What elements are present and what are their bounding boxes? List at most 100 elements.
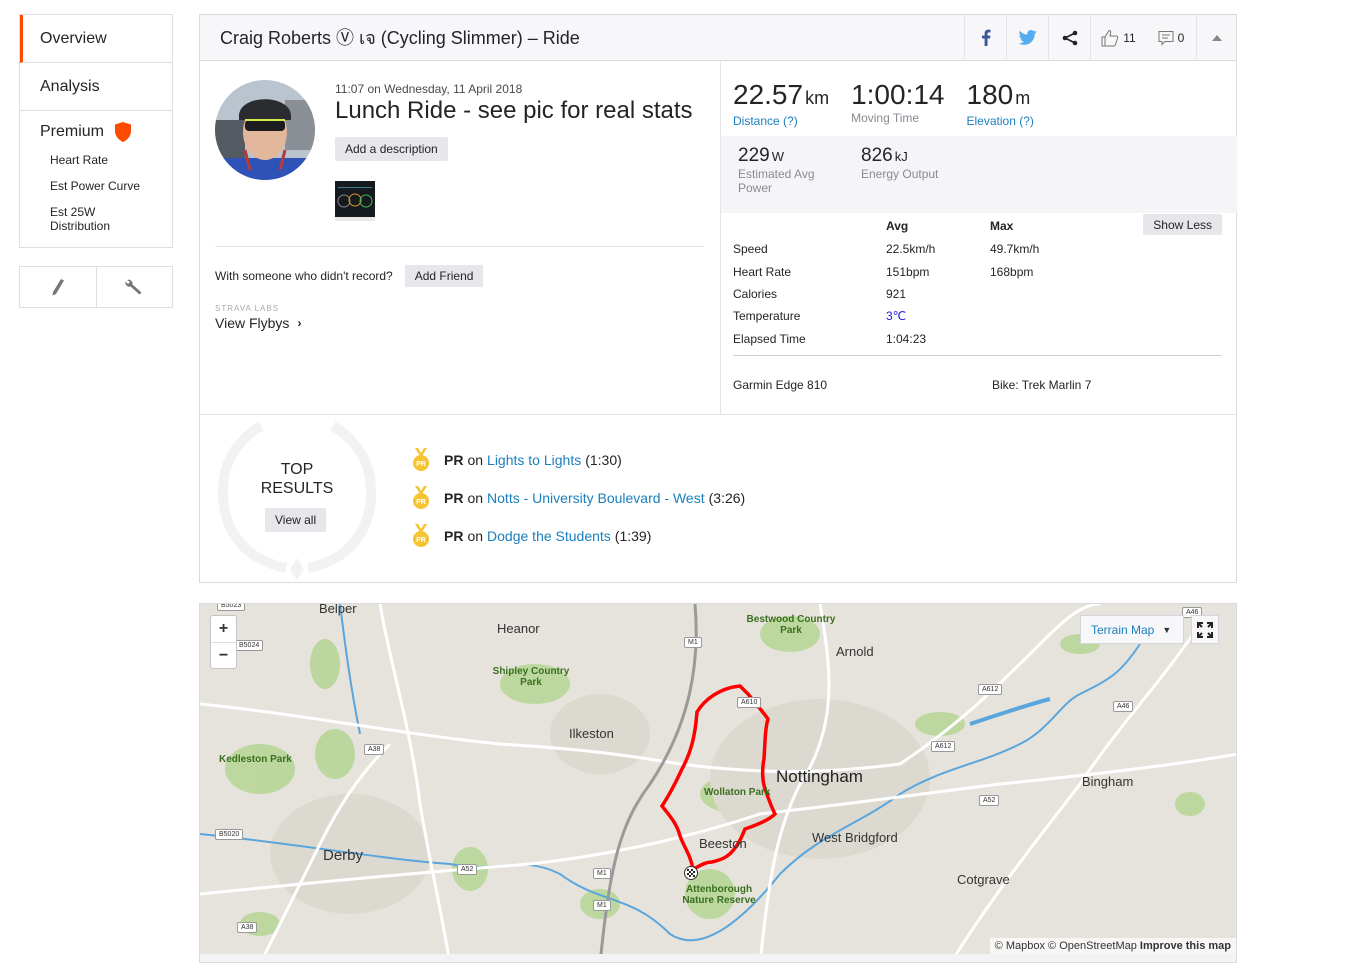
pr-on: on: [467, 528, 484, 544]
add-friend-row: With someone who didn't record? Add Frie…: [215, 265, 484, 287]
map-label-park: Kedleston Park: [219, 754, 292, 765]
facebook-icon: [981, 29, 990, 46]
osm-credit[interactable]: © OpenStreetMap: [1048, 940, 1137, 952]
share-button[interactable]: [1048, 14, 1090, 61]
row-label: Speed: [733, 242, 768, 257]
pr-label: PR: [444, 528, 464, 544]
map-attribution: © Mapbox © OpenStreetMap Improve this ma…: [989, 938, 1236, 954]
kudos-button[interactable]: 11: [1090, 14, 1146, 61]
thumbs-up-icon: [1101, 29, 1119, 46]
primary-stats: 22.57 km Distance (?) 1:00:14 Moving Time…: [733, 79, 1056, 128]
row-max: [990, 328, 1110, 350]
pr-medal-icon: PR: [413, 486, 429, 509]
actions-button[interactable]: [95, 267, 173, 307]
wrench-icon: [125, 279, 142, 295]
stat-energy: 826 kJ Energy Output: [861, 146, 984, 213]
map-label-park: Attenborough Nature Reserve: [682, 884, 756, 906]
map-label-park: Bestwood Country Park: [746, 614, 836, 636]
svg-text:PR: PR: [416, 499, 426, 506]
laurel-icon: [218, 421, 376, 580]
row-avg: 3℃: [886, 309, 907, 324]
row-max: [990, 283, 1110, 305]
sidebar-sub-power-curve[interactable]: Est Power Curve: [40, 179, 150, 193]
twitter-share-button[interactable]: [1006, 14, 1048, 61]
distance-label[interactable]: Distance (?): [733, 114, 829, 128]
caret-up-icon: [1211, 34, 1222, 41]
sidebar-item-label: Overview: [40, 29, 107, 47]
view-flybys-link[interactable]: View Flybys ›: [215, 315, 301, 331]
elevation-label[interactable]: Elevation (?): [967, 114, 1034, 128]
collapse-button[interactable]: [1196, 14, 1236, 61]
sidebar-item-overview[interactable]: Overview: [20, 15, 172, 63]
zoom-in-button[interactable]: +: [211, 616, 236, 642]
segment-link[interactable]: Lights to Lights: [487, 452, 581, 468]
row-label: Elapsed Time: [733, 331, 806, 346]
pr-list: PR PR on Lights to Lights (1:30) PR PR o…: [412, 441, 745, 555]
pr-label: PR: [444, 490, 464, 506]
activity-photo-thumbnail[interactable]: [335, 181, 375, 221]
route-map[interactable]: Belper Heanor Arnold Ilkeston Nottingham…: [199, 603, 1237, 963]
map-type-dropdown[interactable]: Terrain Map ▼: [1080, 615, 1184, 644]
map-label-park: Wollaton Park: [704, 787, 771, 798]
photo-image: [335, 181, 375, 221]
more-stats-table: Avg Max Speed 22.5km/h 49.7km/h Heart Ra…: [733, 214, 1222, 350]
energy-value: 826: [861, 145, 893, 166]
activity-card: Craig Roberts Ⓥ เจ (Cycling Slimmer) – R…: [199, 14, 1237, 583]
row-max: 168bpm: [990, 264, 1034, 279]
segment-link[interactable]: Dodge the Students: [487, 528, 611, 544]
row-max: [990, 305, 1110, 327]
friend-prompt: With someone who didn't record?: [215, 269, 393, 283]
caret-down-icon: ▼: [1162, 624, 1172, 635]
row-avg: 1:04:23: [886, 331, 927, 346]
sidebar-item-analysis[interactable]: Analysis: [20, 63, 172, 111]
chevron-right-icon: ›: [297, 316, 302, 330]
show-less-button[interactable]: Show Less: [1143, 214, 1222, 235]
road-shield: B5020: [215, 829, 244, 840]
activity-title[interactable]: Lunch Ride - see pic for real stats: [335, 97, 693, 125]
stat-moving-time: 1:00:14 Moving Time: [851, 79, 944, 128]
road-shield: M1: [684, 637, 702, 648]
facebook-share-button[interactable]: [964, 14, 1006, 61]
road-shield: M1: [593, 900, 611, 911]
row-label: Temperature: [733, 309, 801, 324]
list-item: PR PR on Lights to Lights (1:30): [412, 441, 745, 479]
avatar[interactable]: [215, 80, 315, 180]
road-shield: A52: [979, 795, 1000, 806]
power-label: Estimated Avg Power: [738, 167, 815, 195]
view-all-button[interactable]: View all: [265, 508, 327, 532]
map-resize-handle[interactable]: [200, 954, 1236, 962]
elevation-unit: m: [1015, 88, 1031, 108]
twitter-icon: [1018, 30, 1036, 45]
sidebar-sub-heart-rate[interactable]: Heart Rate: [40, 153, 150, 167]
power-value: 229: [738, 145, 770, 166]
activity-timestamp: 11:07 on Wednesday, 11 April 2018: [335, 82, 523, 96]
card-header: Craig Roberts Ⓥ เจ (Cycling Slimmer) – R…: [200, 14, 1236, 61]
sidebar-item-label: Analysis: [40, 77, 100, 95]
fullscreen-button[interactable]: [1191, 615, 1219, 644]
zoom-out-button[interactable]: −: [211, 642, 236, 668]
pencil-icon: [52, 279, 64, 296]
row-avg: 151bpm: [886, 264, 930, 279]
bike-name[interactable]: Bike: Trek Marlin 7: [992, 378, 1091, 392]
stat-distance: 22.57 km Distance (?): [733, 79, 829, 128]
map-label-town: Belper: [319, 603, 357, 616]
road-shield: A46: [1113, 701, 1134, 712]
table-row: Heart Rate 151bpm 168bpm: [733, 260, 1110, 282]
sidebar-tools: [19, 266, 173, 308]
segment-time: (1:39): [614, 528, 652, 544]
segment-link[interactable]: Notts - University Boulevard - West: [487, 490, 705, 506]
mapbox-credit[interactable]: © Mapbox: [995, 940, 1045, 952]
comments-button[interactable]: 0: [1146, 15, 1196, 61]
sidebar-item-premium[interactable]: Premium: [40, 121, 172, 143]
improve-map-link[interactable]: Improve this map: [1140, 940, 1231, 952]
energy-unit: kJ: [894, 149, 908, 164]
row-label: Calories: [733, 286, 778, 301]
edit-button[interactable]: [20, 267, 96, 307]
segment-time: (3:26): [708, 490, 746, 506]
svg-text:PR: PR: [416, 461, 426, 468]
add-description-button[interactable]: Add a description: [335, 137, 448, 161]
sidebar-sub-power-distribution[interactable]: Est 25W Distribution: [40, 205, 150, 233]
premium-label: Premium: [40, 123, 105, 140]
add-friend-button[interactable]: Add Friend: [404, 265, 484, 287]
table-row: Temperature 3℃: [733, 305, 1110, 327]
